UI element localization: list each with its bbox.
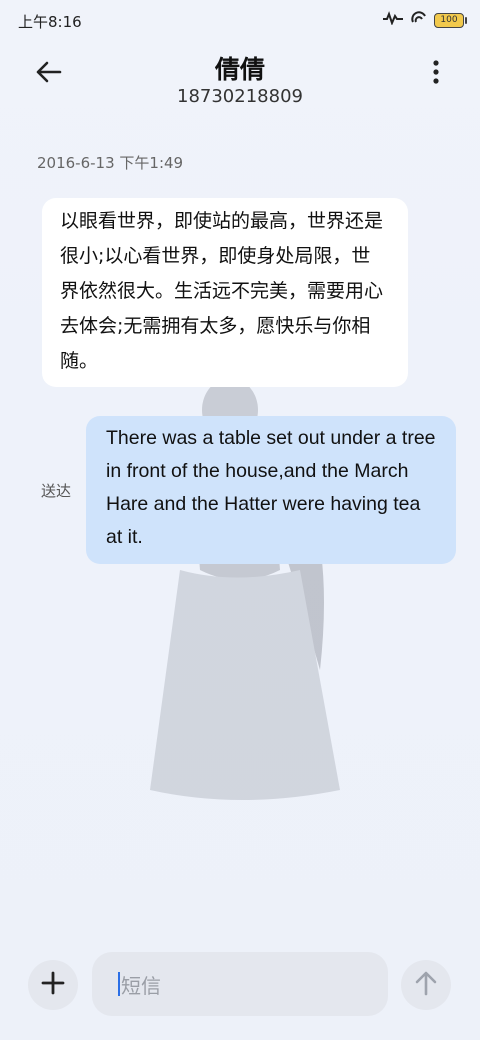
signal-activity-icon (382, 11, 404, 29)
delivery-status: 送达 (41, 482, 72, 500)
status-bar: 上午8:16 100 (0, 0, 480, 40)
status-time: 上午8:16 (18, 13, 82, 31)
conversation-header: 倩倩 18730218809 (0, 40, 480, 130)
text-caret (118, 972, 120, 996)
more-vertical-icon (433, 60, 439, 88)
sent-message-bubble[interactable]: There was a table set out under a tree i… (86, 416, 456, 564)
contact-name: 倩倩 (214, 55, 265, 84)
send-button[interactable] (401, 960, 451, 1010)
message-composer: 短信 (0, 950, 480, 1022)
sms-input-placeholder: 短信 (121, 973, 161, 998)
received-message-bubble[interactable]: 以眼看世界，即使站的最高，世界还是很小;以心看世界，即使身处局限，世界依然很大。… (42, 198, 408, 387)
status-icons: 100 (382, 10, 467, 30)
more-options-button[interactable] (422, 54, 450, 94)
battery-icon: 100 (434, 12, 467, 28)
message-timestamp: 2016-6-13 下午1:49 (37, 154, 184, 172)
hotspot-icon (410, 10, 428, 30)
contact-phone: 18730218809 (177, 86, 303, 107)
plus-icon (41, 971, 65, 999)
send-arrow-up-icon (414, 970, 438, 1000)
sms-input-field[interactable]: 短信 (92, 952, 388, 1016)
add-attachment-button[interactable] (28, 960, 78, 1010)
